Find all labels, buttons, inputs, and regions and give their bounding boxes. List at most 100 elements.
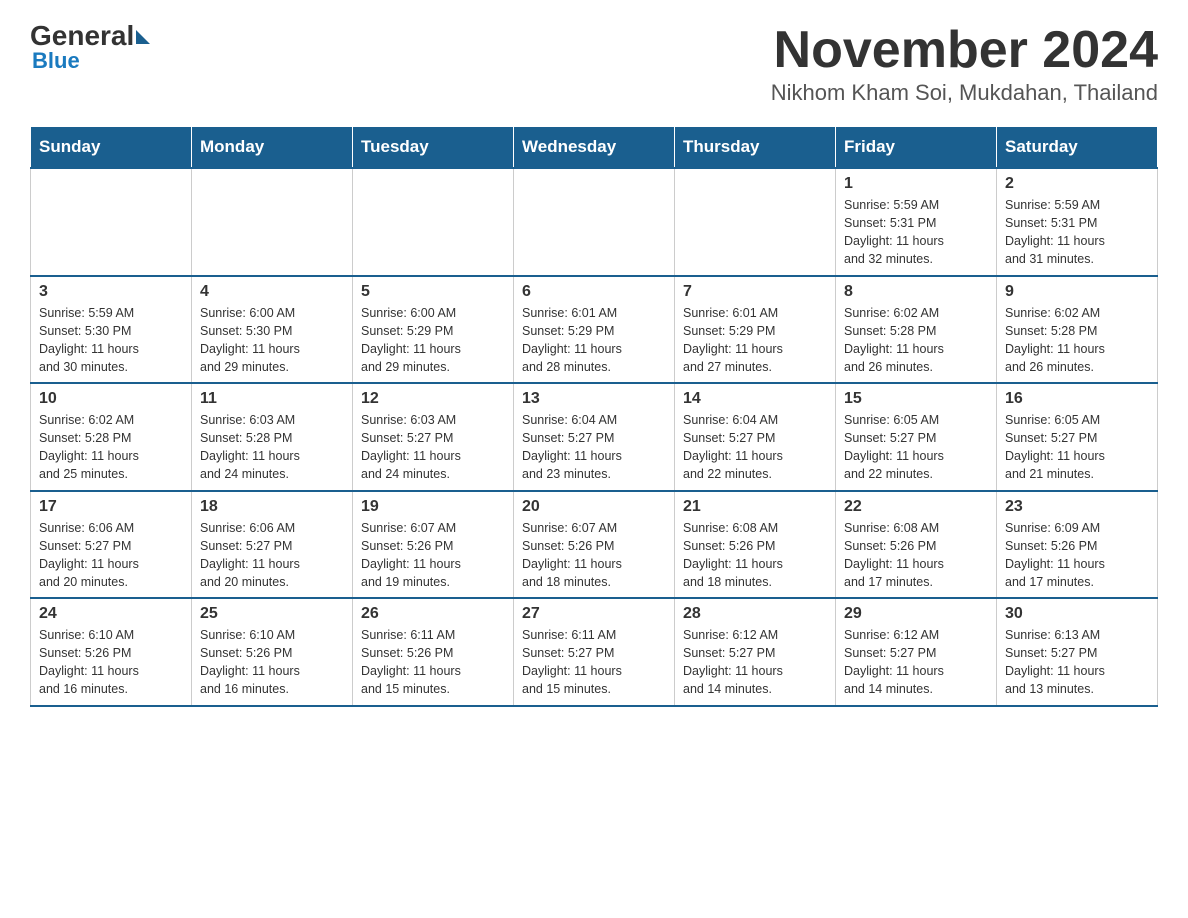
day-number: 16 [1005,390,1149,408]
calendar-cell: 23 Sunrise: 6:09 AMSunset: 5:26 PMDayligh… [997,491,1158,599]
day-number: 7 [683,283,827,301]
calendar-cell: 21 Sunrise: 6:08 AMSunset: 5:26 PMDayligh… [675,491,836,599]
calendar-cell: 19 Sunrise: 6:07 AMSunset: 5:26 PMDayligh… [353,491,514,599]
calendar-cell: 29 Sunrise: 6:12 AMSunset: 5:27 PMDayligh… [836,598,997,706]
calendar-cell: 30 Sunrise: 6:13 AMSunset: 5:27 PMDayligh… [997,598,1158,706]
day-info: Sunrise: 6:11 AMSunset: 5:27 PMDaylight:… [522,626,666,699]
day-number: 2 [1005,175,1149,193]
col-tuesday: Tuesday [353,127,514,169]
col-thursday: Thursday [675,127,836,169]
calendar-cell: 9 Sunrise: 6:02 AMSunset: 5:28 PMDaylight… [997,276,1158,384]
day-info: Sunrise: 6:08 AMSunset: 5:26 PMDaylight:… [683,519,827,592]
day-info: Sunrise: 6:03 AMSunset: 5:27 PMDaylight:… [361,411,505,484]
day-info: Sunrise: 6:09 AMSunset: 5:26 PMDaylight:… [1005,519,1149,592]
calendar-cell: 14Sunrise: 6:04 AMSunset: 5:27 PMDayligh… [675,383,836,491]
day-number: 23 [1005,498,1149,516]
calendar-cell: 15Sunrise: 6:05 AMSunset: 5:27 PMDayligh… [836,383,997,491]
day-number: 26 [361,605,505,623]
day-number: 6 [522,283,666,301]
calendar-week-4: 24 Sunrise: 6:10 AMSunset: 5:26 PMDayligh… [31,598,1158,706]
day-info: Sunrise: 6:10 AMSunset: 5:26 PMDaylight:… [200,626,344,699]
day-number: 24 [39,605,183,623]
page-header: General Blue November 2024 Nikhom Kham S… [30,20,1158,106]
col-sunday: Sunday [31,127,192,169]
col-saturday: Saturday [997,127,1158,169]
day-info: Sunrise: 6:06 AMSunset: 5:27 PMDaylight:… [39,519,183,592]
calendar-cell: 28 Sunrise: 6:12 AMSunset: 5:27 PMDayligh… [675,598,836,706]
calendar-header: Sunday Monday Tuesday Wednesday Thursday… [31,127,1158,169]
calendar-cell: 27 Sunrise: 6:11 AMSunset: 5:27 PMDayligh… [514,598,675,706]
day-info: Sunrise: 6:07 AMSunset: 5:26 PMDaylight:… [361,519,505,592]
calendar-week-3: 17 Sunrise: 6:06 AMSunset: 5:27 PMDayligh… [31,491,1158,599]
calendar-cell: 22 Sunrise: 6:08 AMSunset: 5:26 PMDayligh… [836,491,997,599]
calendar-cell: 24 Sunrise: 6:10 AMSunset: 5:26 PMDayligh… [31,598,192,706]
day-number: 17 [39,498,183,516]
day-number: 30 [1005,605,1149,623]
day-info: Sunrise: 5:59 AMSunset: 5:30 PMDaylight:… [39,304,183,377]
calendar-cell: 2 Sunrise: 5:59 AMSunset: 5:31 PMDaylight… [997,168,1158,276]
calendar-cell: 17 Sunrise: 6:06 AMSunset: 5:27 PMDayligh… [31,491,192,599]
day-number: 5 [361,283,505,301]
day-info: Sunrise: 6:05 AMSunset: 5:27 PMDaylight:… [844,411,988,484]
day-info: Sunrise: 5:59 AMSunset: 5:31 PMDaylight:… [844,196,988,269]
day-number: 8 [844,283,988,301]
day-number: 14 [683,390,827,408]
day-info: Sunrise: 6:08 AMSunset: 5:26 PMDaylight:… [844,519,988,592]
day-info: Sunrise: 6:00 AMSunset: 5:29 PMDaylight:… [361,304,505,377]
calendar-cell: 13 Sunrise: 6:04 AMSunset: 5:27 PMDayligh… [514,383,675,491]
day-info: Sunrise: 6:02 AMSunset: 5:28 PMDaylight:… [1005,304,1149,377]
calendar-cell: 4Sunrise: 6:00 AMSunset: 5:30 PMDaylight… [192,276,353,384]
day-number: 27 [522,605,666,623]
calendar-week-0: 1Sunrise: 5:59 AMSunset: 5:31 PMDaylight… [31,168,1158,276]
calendar-cell: 26Sunrise: 6:11 AMSunset: 5:26 PMDayligh… [353,598,514,706]
calendar-cell: 12 Sunrise: 6:03 AMSunset: 5:27 PMDayligh… [353,383,514,491]
calendar-cell: 5 Sunrise: 6:00 AMSunset: 5:29 PMDaylight… [353,276,514,384]
day-info: Sunrise: 6:01 AMSunset: 5:29 PMDaylight:… [522,304,666,377]
calendar-cell: 1Sunrise: 5:59 AMSunset: 5:31 PMDaylight… [836,168,997,276]
logo-blue: Blue [32,48,80,74]
calendar-table: Sunday Monday Tuesday Wednesday Thursday… [30,126,1158,707]
day-info: Sunrise: 6:12 AMSunset: 5:27 PMDaylight:… [683,626,827,699]
day-info: Sunrise: 6:05 AMSunset: 5:27 PMDaylight:… [1005,411,1149,484]
day-info: Sunrise: 6:12 AMSunset: 5:27 PMDaylight:… [844,626,988,699]
day-info: Sunrise: 6:02 AMSunset: 5:28 PMDaylight:… [844,304,988,377]
day-info: Sunrise: 6:07 AMSunset: 5:26 PMDaylight:… [522,519,666,592]
day-info: Sunrise: 6:03 AMSunset: 5:28 PMDaylight:… [200,411,344,484]
calendar-cell [675,168,836,276]
day-number: 10 [39,390,183,408]
col-monday: Monday [192,127,353,169]
day-number: 19 [361,498,505,516]
day-number: 9 [1005,283,1149,301]
day-number: 21 [683,498,827,516]
day-info: Sunrise: 6:04 AMSunset: 5:27 PMDaylight:… [522,411,666,484]
logo: General Blue [30,20,150,74]
day-number: 3 [39,283,183,301]
day-number: 28 [683,605,827,623]
calendar-cell: 6 Sunrise: 6:01 AMSunset: 5:29 PMDaylight… [514,276,675,384]
day-number: 13 [522,390,666,408]
day-info: Sunrise: 6:01 AMSunset: 5:29 PMDaylight:… [683,304,827,377]
day-info: Sunrise: 5:59 AMSunset: 5:31 PMDaylight:… [1005,196,1149,269]
day-number: 22 [844,498,988,516]
calendar-cell: 3 Sunrise: 5:59 AMSunset: 5:30 PMDaylight… [31,276,192,384]
day-number: 18 [200,498,344,516]
calendar-cell: 7 Sunrise: 6:01 AMSunset: 5:29 PMDaylight… [675,276,836,384]
calendar-cell [353,168,514,276]
calendar-cell: 20Sunrise: 6:07 AMSunset: 5:26 PMDayligh… [514,491,675,599]
day-number: 29 [844,605,988,623]
day-info: Sunrise: 6:10 AMSunset: 5:26 PMDaylight:… [39,626,183,699]
calendar-cell [192,168,353,276]
calendar-cell: 18Sunrise: 6:06 AMSunset: 5:27 PMDayligh… [192,491,353,599]
header-row: Sunday Monday Tuesday Wednesday Thursday… [31,127,1158,169]
col-wednesday: Wednesday [514,127,675,169]
calendar-cell [31,168,192,276]
calendar-cell: 16 Sunrise: 6:05 AMSunset: 5:27 PMDayligh… [997,383,1158,491]
calendar-cell: 10Sunrise: 6:02 AMSunset: 5:28 PMDayligh… [31,383,192,491]
day-info: Sunrise: 6:00 AMSunset: 5:30 PMDaylight:… [200,304,344,377]
day-number: 12 [361,390,505,408]
location-title: Nikhom Kham Soi, Mukdahan, Thailand [771,80,1158,106]
title-section: November 2024 Nikhom Kham Soi, Mukdahan,… [771,20,1158,106]
calendar-cell: 25Sunrise: 6:10 AMSunset: 5:26 PMDayligh… [192,598,353,706]
calendar-week-2: 10Sunrise: 6:02 AMSunset: 5:28 PMDayligh… [31,383,1158,491]
day-info: Sunrise: 6:13 AMSunset: 5:27 PMDaylight:… [1005,626,1149,699]
